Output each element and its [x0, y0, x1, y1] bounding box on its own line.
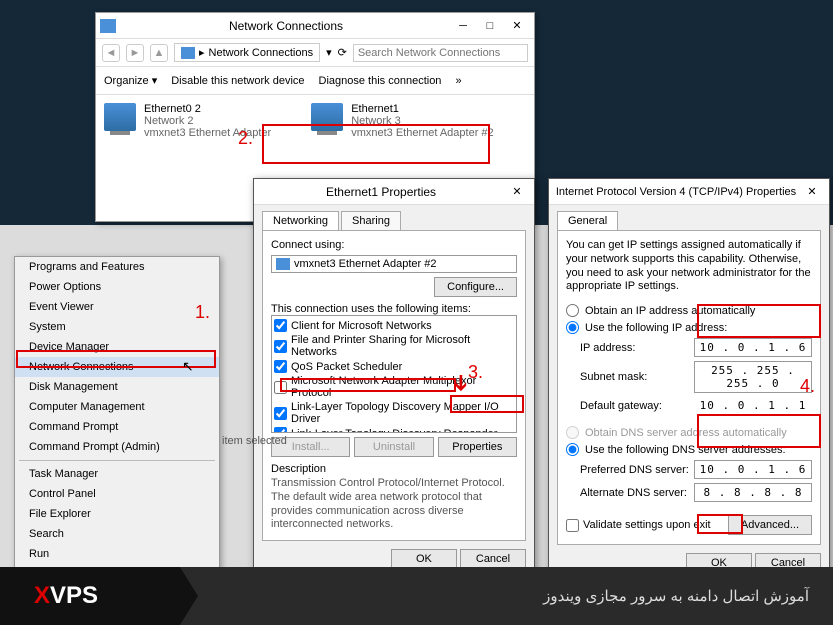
- dns2-label: Alternate DNS server:: [580, 487, 687, 499]
- adapter-field: vmxnet3 Ethernet Adapter #2: [271, 255, 517, 273]
- menu-system[interactable]: System: [15, 317, 219, 337]
- chk-qos[interactable]: [274, 360, 287, 373]
- menu-separator: [19, 460, 215, 461]
- adapter-device: vmxnet3 Ethernet Adapter #2: [351, 127, 493, 139]
- uses-items-label: This connection uses the following items…: [271, 303, 517, 315]
- forward-button[interactable]: ►: [126, 44, 144, 62]
- gateway-label: Default gateway:: [580, 400, 662, 412]
- menu-command-prompt[interactable]: Command Prompt: [15, 417, 219, 437]
- chk-file-print[interactable]: [274, 340, 287, 353]
- ip-label: IP address:: [580, 342, 635, 354]
- description-text: Transmission Control Protocol/Internet P…: [271, 477, 517, 532]
- control-box-icon: [100, 19, 116, 33]
- dns1-field[interactable]: 10 . 0 . 1 . 6: [694, 460, 812, 479]
- dropdown-icon[interactable]: ▾: [326, 46, 332, 59]
- protocol-list[interactable]: Client for Microsoft Networks File and P…: [271, 315, 517, 433]
- menu-task-manager[interactable]: Task Manager: [15, 464, 219, 484]
- more-button[interactable]: »: [455, 75, 461, 87]
- adapter-item[interactable]: Ethernet1 Network 3 vmxnet3 Ethernet Ada…: [311, 103, 493, 139]
- ok-button[interactable]: OK: [391, 549, 457, 569]
- dns1-label: Preferred DNS server:: [580, 464, 689, 476]
- refresh-icon[interactable]: ⟳: [338, 46, 347, 59]
- toolbar: Organize ▾ Disable this network device D…: [96, 67, 534, 95]
- dialog-title: Ethernet1 Properties: [258, 185, 504, 199]
- winx-context-menu: Programs and Features Power Options Even…: [14, 256, 220, 619]
- address-bar: ◄ ► ▲ ▸ Network Connections ▾ ⟳: [96, 39, 534, 67]
- mask-field[interactable]: 255 . 255 . 255 . 0: [694, 361, 812, 393]
- chk-lltd-mapper[interactable]: [274, 407, 287, 420]
- close-button[interactable]: ✕: [504, 16, 530, 36]
- menu-device-manager[interactable]: Device Manager: [15, 337, 219, 357]
- advanced-button[interactable]: Advanced...: [728, 515, 812, 535]
- adapter-item[interactable]: Ethernet0 2 Network 2 vmxnet3 Ethernet A…: [104, 103, 271, 139]
- tab-networking[interactable]: Networking: [262, 211, 339, 230]
- chk-lltd-responder[interactable]: [274, 427, 287, 433]
- adapter-device: vmxnet3 Ethernet Adapter: [144, 127, 271, 139]
- ethernet-icon: [104, 103, 136, 131]
- menu-search[interactable]: Search: [15, 524, 219, 544]
- ipv4-properties-dialog: Internet Protocol Version 4 (TCP/IPv4) P…: [548, 178, 830, 582]
- properties-button[interactable]: Properties: [438, 437, 517, 457]
- menu-control-panel[interactable]: Control Panel: [15, 484, 219, 504]
- radio-dns-manual[interactable]: [566, 443, 579, 456]
- adapter-network: Network 3: [351, 115, 493, 127]
- dns2-field[interactable]: 8 . 8 . 8 . 8: [694, 483, 812, 502]
- titlebar: Network Connections ─ □ ✕: [96, 13, 534, 39]
- menu-file-explorer[interactable]: File Explorer: [15, 504, 219, 524]
- window-title: Network Connections: [122, 19, 450, 33]
- cursor-icon: ↖: [182, 358, 194, 375]
- close-button[interactable]: ✕: [504, 182, 530, 202]
- back-button[interactable]: ◄: [102, 44, 120, 62]
- connect-using-label: Connect using:: [271, 239, 517, 251]
- breadcrumb[interactable]: ▸ Network Connections: [174, 43, 320, 62]
- chk-multiplexor[interactable]: [274, 381, 287, 394]
- close-button[interactable]: ✕: [799, 182, 825, 202]
- dialog-title: Internet Protocol Version 4 (TCP/IPv4) P…: [553, 186, 799, 198]
- ethernet-icon: [311, 103, 343, 131]
- radio-ip-manual[interactable]: [566, 321, 579, 334]
- menu-programs[interactable]: Programs and Features: [15, 257, 219, 277]
- configure-button[interactable]: Configure...: [434, 277, 517, 297]
- cancel-button[interactable]: Cancel: [460, 549, 526, 569]
- uninstall-button[interactable]: Uninstall: [354, 437, 433, 457]
- maximize-button[interactable]: □: [477, 16, 503, 36]
- mask-label: Subnet mask:: [580, 371, 647, 383]
- disable-device-button[interactable]: Disable this network device: [171, 75, 304, 87]
- radio-dns-auto: [566, 426, 579, 439]
- page-footer: XVPS آموزش اتصال دامنه به سرور مجازی وین…: [0, 567, 833, 625]
- minimize-button[interactable]: ─: [450, 16, 476, 36]
- ip-field[interactable]: 10 . 0 . 1 . 6: [694, 338, 812, 357]
- arrow-icon: ➔: [448, 374, 474, 392]
- ethernet-properties-dialog: Ethernet1 Properties ✕ Networking Sharin…: [253, 178, 535, 578]
- status-item-selected: item selected: [222, 435, 287, 447]
- tab-sharing[interactable]: Sharing: [341, 211, 401, 230]
- menu-event-viewer[interactable]: Event Viewer: [15, 297, 219, 317]
- radio-ip-auto[interactable]: [566, 304, 579, 317]
- up-button[interactable]: ▲: [150, 44, 168, 62]
- menu-power-options[interactable]: Power Options: [15, 277, 219, 297]
- tab-general[interactable]: General: [557, 211, 618, 230]
- adapter-name: Ethernet0 2: [144, 103, 271, 115]
- gateway-field[interactable]: 10 . 0 . 1 . 1: [694, 397, 812, 414]
- adapter-list: Ethernet0 2 Network 2 vmxnet3 Ethernet A…: [96, 95, 534, 147]
- organize-menu[interactable]: Organize ▾: [104, 74, 157, 87]
- xvps-logo: XVPS: [0, 567, 180, 625]
- menu-run[interactable]: Run: [15, 544, 219, 564]
- control-panel-icon: [181, 47, 195, 59]
- search-input[interactable]: [353, 44, 528, 62]
- description-heading: Description: [271, 463, 517, 475]
- chk-client-ms[interactable]: [274, 319, 287, 332]
- intro-text: You can get IP settings assigned automat…: [566, 239, 812, 294]
- menu-command-prompt-admin[interactable]: Command Prompt (Admin): [15, 437, 219, 457]
- adapter-name: Ethernet1: [351, 103, 493, 115]
- menu-disk-management[interactable]: Disk Management: [15, 377, 219, 397]
- adapter-network: Network 2: [144, 115, 271, 127]
- validate-checkbox[interactable]: [566, 519, 579, 532]
- diagnose-button[interactable]: Diagnose this connection: [319, 75, 442, 87]
- menu-computer-management[interactable]: Computer Management: [15, 397, 219, 417]
- footer-caption: آموزش اتصال دامنه به سرور مجازی ویندوز: [180, 587, 833, 605]
- nic-icon: [276, 258, 290, 270]
